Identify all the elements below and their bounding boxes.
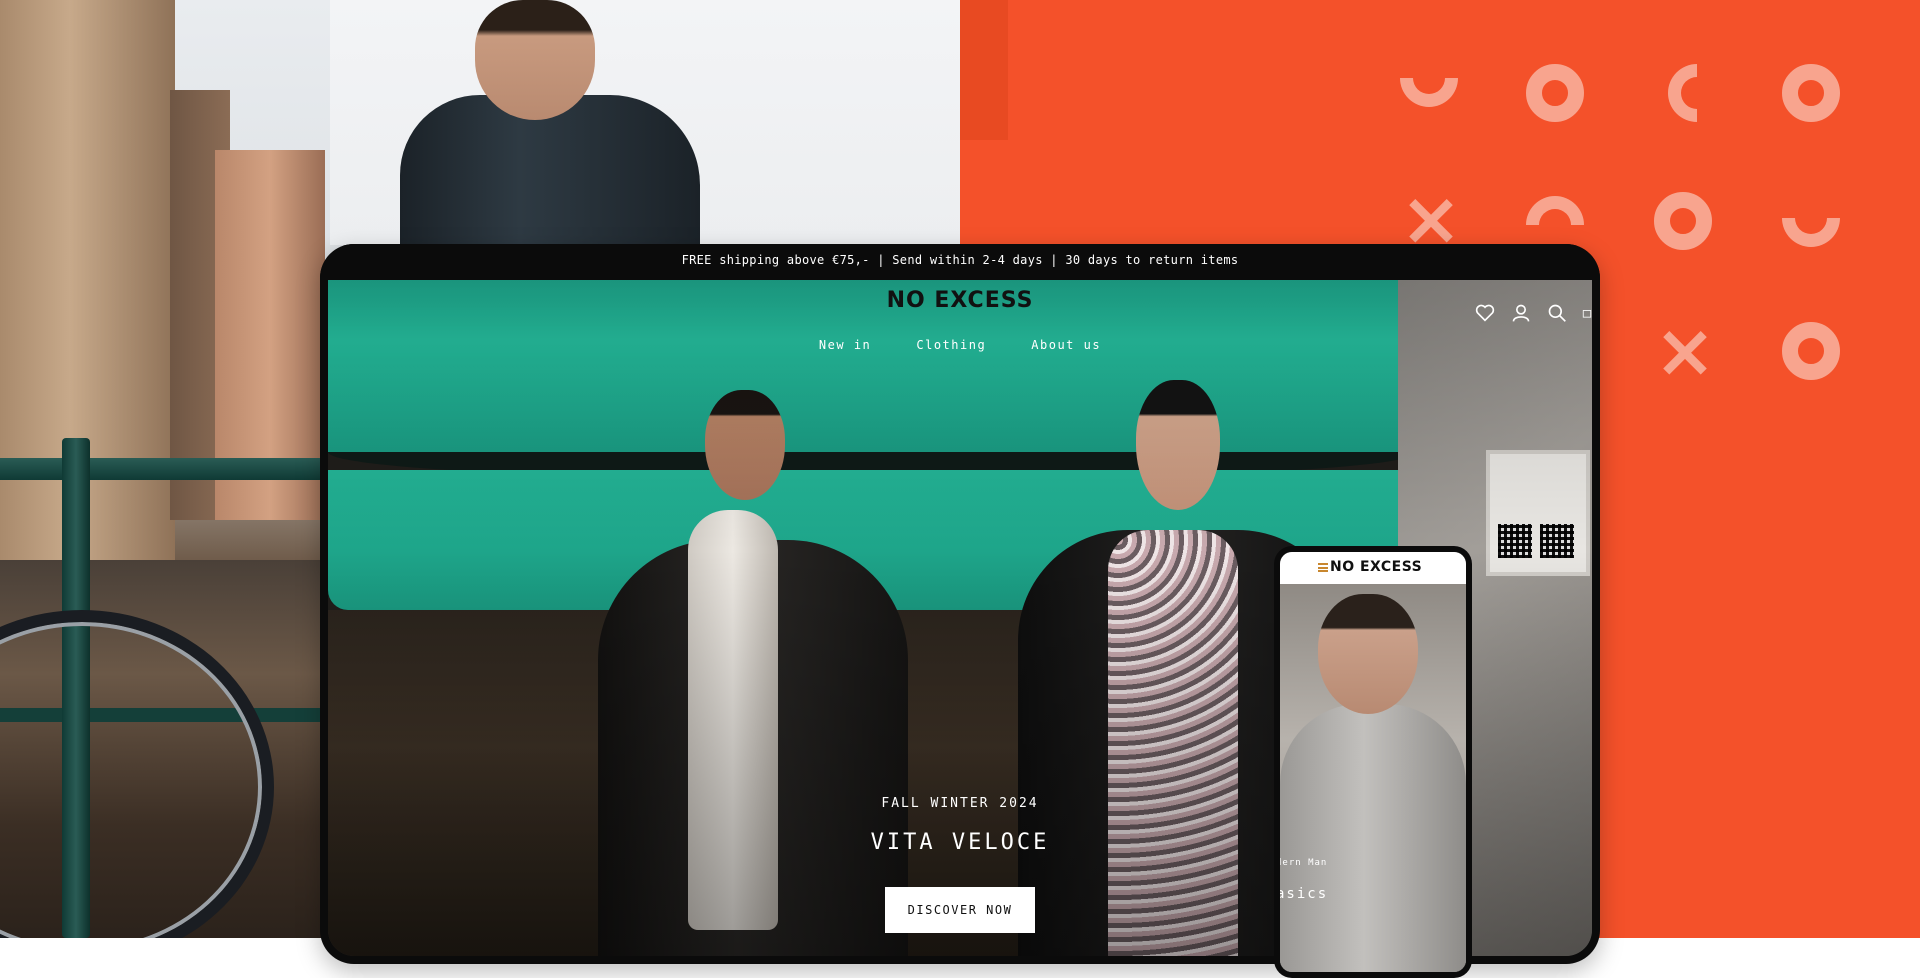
pattern-half-circle <box>1668 64 1697 122</box>
mobile-hero-subtitle: dern Man <box>1280 858 1328 868</box>
model-head <box>475 0 595 120</box>
mobile-hero-title: asics <box>1280 886 1329 902</box>
pattern-half-circle <box>1782 218 1840 247</box>
pattern-ring <box>1526 64 1584 122</box>
model-jacket <box>400 95 700 255</box>
announcement-bar: FREE shipping above €75,- | Send within … <box>320 244 1600 280</box>
hamburger-menu-icon[interactable] <box>1318 563 1328 572</box>
main-navigation: New in Clothing About us <box>328 334 1592 353</box>
orange-accent-band <box>960 0 1008 140</box>
phone-mockup: NO EXCESS dern Man asics <box>1274 546 1472 978</box>
search-icon[interactable] <box>1546 302 1568 324</box>
mobile-header: NO EXCESS <box>1280 552 1466 584</box>
model-sweater <box>1280 704 1466 972</box>
discover-now-button[interactable]: DISCOVER NOW <box>885 887 1035 933</box>
pattern-cross: × <box>1654 308 1717 394</box>
model-head <box>1318 594 1418 714</box>
railing <box>0 458 330 480</box>
nav-item-about-us[interactable]: About us <box>1031 338 1101 352</box>
pattern-ring <box>1654 192 1712 250</box>
pattern-ring <box>1782 64 1840 122</box>
nav-item-new-in[interactable]: New in <box>819 338 871 352</box>
pattern-cross: × <box>1400 176 1463 262</box>
pattern-ring <box>1782 322 1840 380</box>
model-leather-jacket <box>400 0 700 255</box>
bag-icon[interactable] <box>1582 302 1592 324</box>
mobile-logo[interactable]: NO EXCESS <box>1330 559 1422 575</box>
pattern-half-circle <box>1526 196 1584 225</box>
header-icons <box>1474 302 1592 324</box>
mobile-hero-photo: dern Man asics <box>1280 584 1466 972</box>
phone-screen: NO EXCESS dern Man asics <box>1280 552 1466 972</box>
heart-icon[interactable] <box>1474 302 1496 324</box>
user-icon[interactable] <box>1510 302 1532 324</box>
site-logo[interactable]: NO EXCESS <box>328 288 1592 313</box>
nav-item-clothing[interactable]: Clothing <box>916 338 986 352</box>
pattern-half-circle <box>1400 78 1458 107</box>
